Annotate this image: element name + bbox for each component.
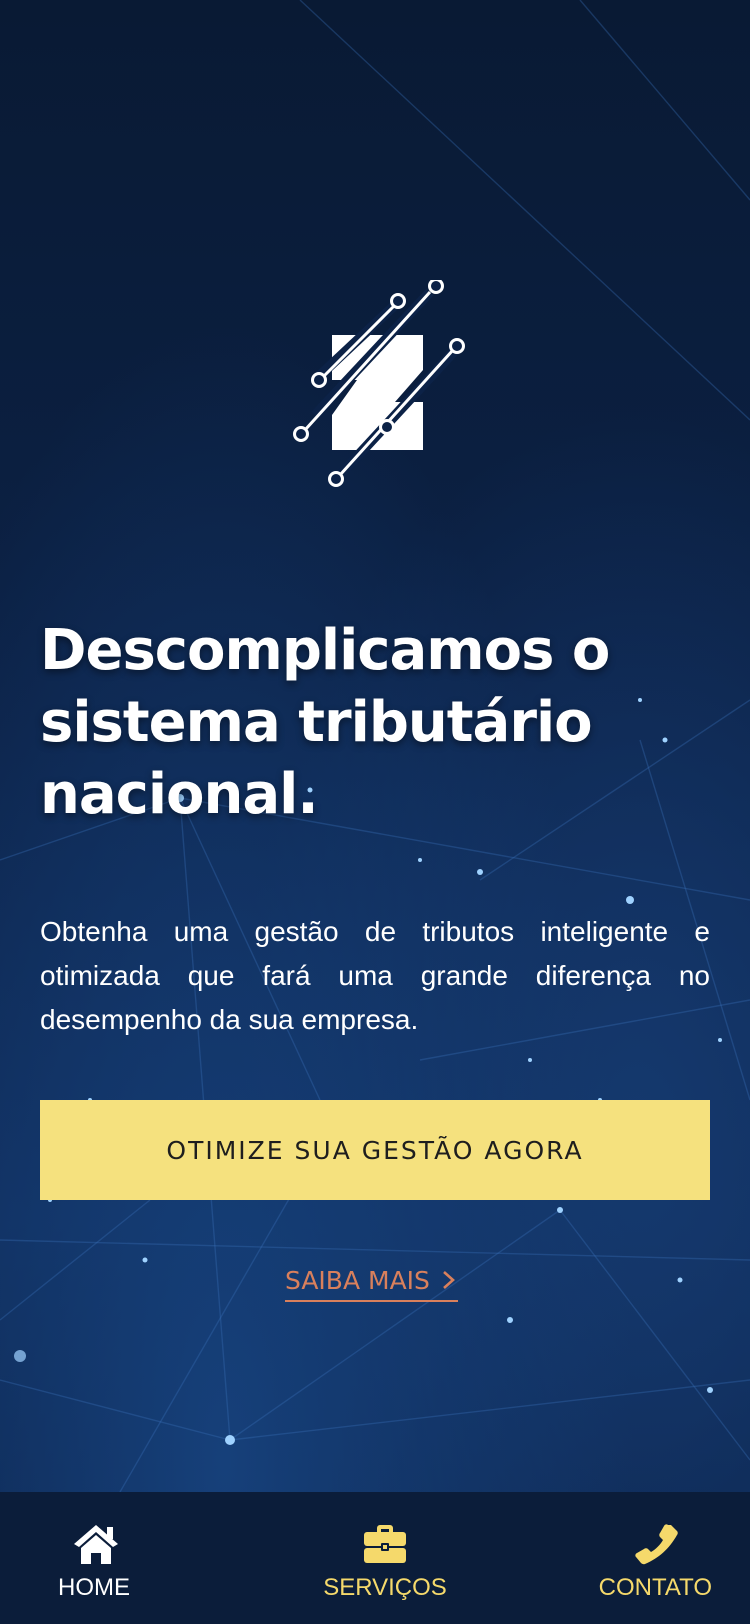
hero-subtext: Obtenha uma gestão de tributos inteligen… bbox=[40, 916, 710, 1035]
tab-services-label: SERVIÇOS bbox=[323, 1574, 447, 1601]
company-logo bbox=[285, 278, 465, 490]
tab-services[interactable]: SERVIÇOS bbox=[276, 1492, 494, 1624]
phone-icon bbox=[635, 1524, 678, 1565]
cta-label: OTIMIZE SUA GESTÃO AGORA bbox=[166, 1135, 584, 1165]
hero-headline: Descomplicamos o sistema tributário naci… bbox=[40, 618, 610, 827]
optimize-management-button[interactable]: OTIMIZE SUA GESTÃO AGORA bbox=[40, 1100, 710, 1200]
bottom-tab-bar: HOME SERVIÇOS CONTATO bbox=[0, 1492, 750, 1624]
learn-more-link[interactable]: SAIBA MAIS bbox=[285, 1262, 458, 1302]
tab-home-label: HOME bbox=[58, 1574, 130, 1601]
logo-mark bbox=[293, 278, 465, 487]
chevron-right-icon bbox=[443, 1271, 455, 1289]
tab-home[interactable]: HOME bbox=[0, 1492, 276, 1624]
tab-contact[interactable]: CONTATO bbox=[494, 1492, 750, 1624]
tab-contact-label: CONTATO bbox=[598, 1574, 712, 1601]
briefcase-icon bbox=[364, 1525, 406, 1563]
home-icon bbox=[74, 1525, 118, 1564]
learn-more-label: SAIBA MAIS bbox=[285, 1265, 430, 1295]
